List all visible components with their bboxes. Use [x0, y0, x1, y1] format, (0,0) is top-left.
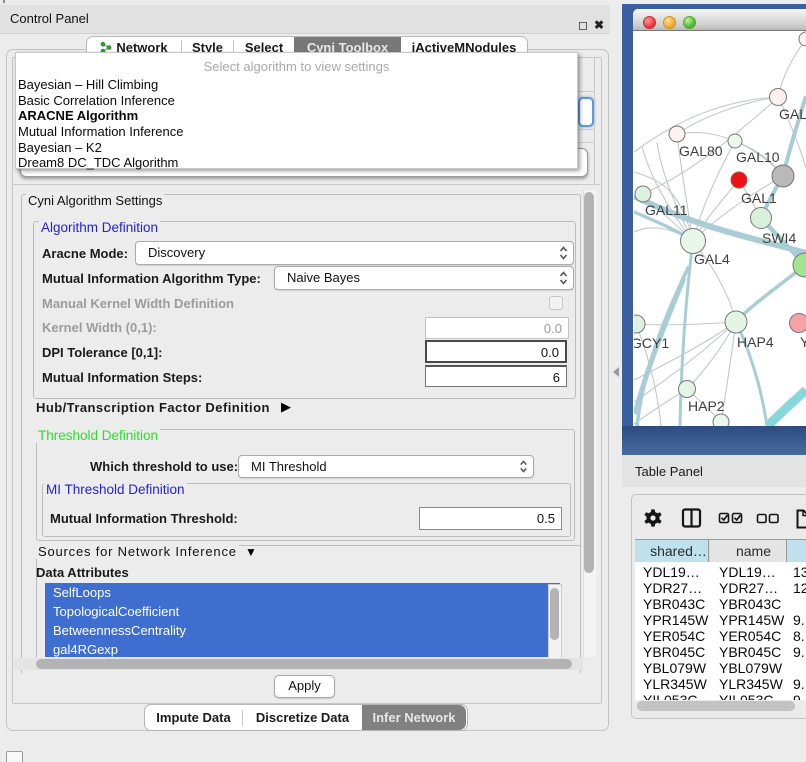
svg-text:GAL4: GAL4	[694, 251, 730, 267]
svg-text:Y: Y	[800, 334, 806, 350]
svg-text:GAL11: GAL11	[645, 202, 688, 218]
svg-text:GCY1: GCY1	[634, 335, 669, 351]
svg-text:HAP4: HAP4	[737, 334, 774, 350]
svg-text:HAP2: HAP2	[688, 398, 725, 414]
svg-text:GAL10: GAL10	[736, 149, 780, 165]
svg-text:GAL80: GAL80	[679, 143, 723, 159]
svg-text:SWI4: SWI4	[762, 230, 796, 246]
svg-text:GAL .: GAL .	[779, 106, 806, 122]
svg-text:GAL1: GAL1	[741, 190, 777, 206]
